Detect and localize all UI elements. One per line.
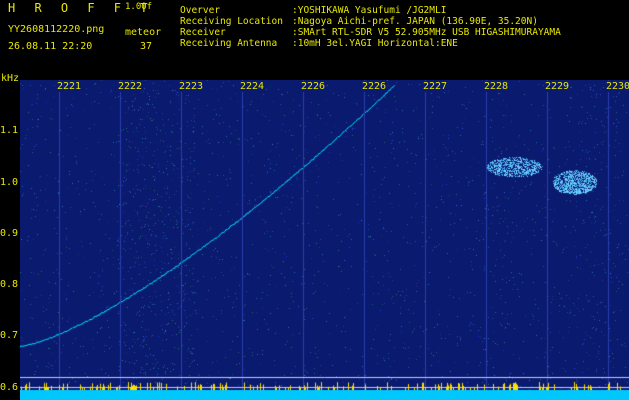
y-axis-unit: kHz <box>1 73 20 84</box>
x-tick-label: 2227 <box>422 81 449 92</box>
meteor-count: 37 <box>140 41 153 52</box>
app-version: 1.00f <box>125 2 153 12</box>
x-tick-label: 2229 <box>544 81 571 92</box>
timestamp: 26.08.11 22:20 <box>8 41 93 52</box>
info-row-observer: Overver :YOSHIKAWA Yasufumi /JG2MLI <box>180 5 561 16</box>
y-tick-label: 1.0 <box>0 176 19 188</box>
info-key: Receiving Location <box>180 16 283 27</box>
x-tick-label: 2226 <box>361 81 388 92</box>
y-tick-label: 0.7 <box>0 330 19 342</box>
info-key: Receiving Antenna <box>180 38 278 49</box>
y-tick-label: 0.8 <box>0 279 19 291</box>
y-tick-label: 0.9 <box>0 227 19 239</box>
x-tick-label: 2223 <box>178 81 205 92</box>
x-tick-label: 2228 <box>483 81 510 92</box>
x-tick-label: 2221 <box>56 81 83 92</box>
x-tick-label: 2222 <box>117 81 144 92</box>
y-tick-label: 1.1 <box>0 125 19 137</box>
x-tick-label: 2226 <box>300 81 327 92</box>
y-tick-label: 0.6 <box>0 381 19 393</box>
file-name: YY2608112220.png <box>8 24 105 35</box>
station-info: Overver :YOSHIKAWA Yasufumi /JG2MLI Rece… <box>180 5 561 49</box>
info-key: Receiver <box>180 27 226 38</box>
info-key: Overver <box>180 5 221 16</box>
info-value: :SMArt RTL-SDR V5 52.905MHz USB HIGASHIM… <box>292 27 561 38</box>
info-value: :Nagoya Aichi-pref. JAPAN (136.90E, 35.2… <box>292 16 538 27</box>
info-row-antenna: Receiving Antenna :10mH 3el.YAGI Horizon… <box>180 38 561 49</box>
meteor-label: meteor <box>125 27 162 38</box>
info-row-location: Receiving Location :Nagoya Aichi-pref. J… <box>180 16 561 27</box>
info-row-receiver: Receiver :SMArt RTL-SDR V5 52.905MHz USB… <box>180 27 561 38</box>
hrofft-screen: H R O F F T 1.00f YY2608112220.png meteo… <box>0 0 629 400</box>
spectrogram <box>20 80 629 400</box>
info-value: :YOSHIKAWA Yasufumi /JG2MLI <box>292 5 447 16</box>
x-tick-label: 2224 <box>239 81 266 92</box>
x-tick-label: 2230 <box>605 81 629 92</box>
info-value: :10mH 3el.YAGI Horizontal:ENE <box>292 38 458 49</box>
